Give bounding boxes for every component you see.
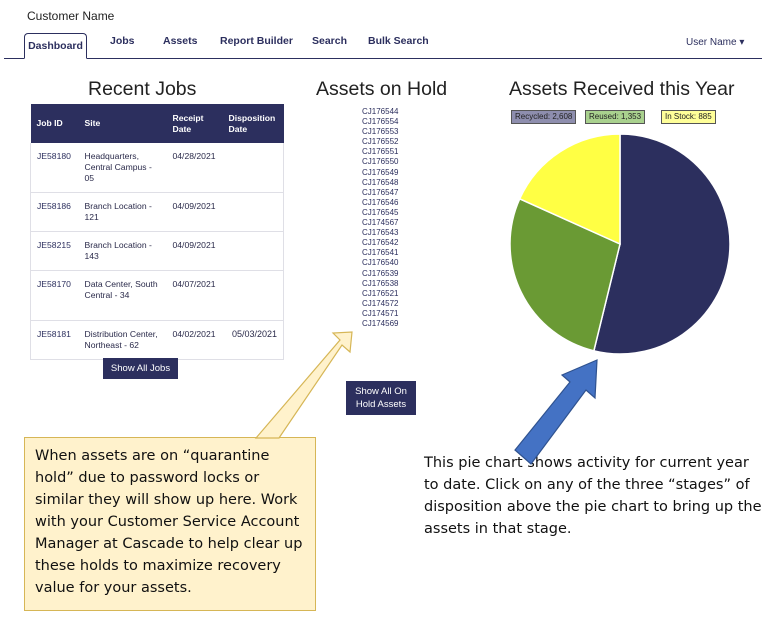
on-hold-asset-item[interactable]: CJ176538 xyxy=(362,279,398,289)
on-hold-asset-item[interactable]: CJ176545 xyxy=(362,208,398,218)
on-hold-asset-item[interactable]: CJ176540 xyxy=(362,258,398,268)
on-hold-asset-item[interactable]: CJ174572 xyxy=(362,299,398,309)
show-all-jobs-button[interactable]: Show All Jobs xyxy=(103,358,178,379)
job-id-cell[interactable]: JE58215 xyxy=(30,231,79,271)
receipt-date-cell: 04/09/2021 xyxy=(166,192,223,232)
recent-jobs-title: Recent Jobs xyxy=(88,78,197,100)
job-id-cell[interactable]: JE58180 xyxy=(30,143,79,193)
on-hold-asset-item[interactable]: CJ176553 xyxy=(362,127,398,137)
main-nav: Dashboard Jobs Assets Report Builder Sea… xyxy=(0,33,768,59)
job-id-cell[interactable]: JE58186 xyxy=(30,192,79,232)
disposition-date-cell xyxy=(222,270,284,321)
disposition-date-cell xyxy=(222,231,284,271)
on-hold-asset-item[interactable]: CJ176554 xyxy=(362,117,398,127)
job-id-cell[interactable]: JE58170 xyxy=(30,270,79,321)
on-hold-asset-item[interactable]: CJ176548 xyxy=(362,178,398,188)
legend-in-stock-button[interactable]: In Stock: 885 xyxy=(661,110,716,124)
column-header-receipt-date: Receipt Date xyxy=(166,104,223,143)
assets-on-hold-title: Assets on Hold xyxy=(316,78,448,100)
table-row[interactable]: JE58181 Distribution Center, Northeast -… xyxy=(30,320,284,360)
on-hold-asset-item[interactable]: CJ176544 xyxy=(362,107,398,117)
disposition-date-cell xyxy=(222,143,284,193)
nav-divider xyxy=(4,58,762,59)
disposition-date-cell xyxy=(222,192,284,232)
on-hold-asset-item[interactable]: CJ174571 xyxy=(362,309,398,319)
column-header-job-id: Job ID xyxy=(30,104,79,143)
legend-reused-button[interactable]: Reused: 1,353 xyxy=(585,110,646,124)
table-row[interactable]: JE58186 Branch Location - 121 04/09/2021 xyxy=(30,192,284,232)
receipt-date-cell: 04/09/2021 xyxy=(166,231,223,271)
on-hold-asset-item[interactable]: CJ176521 xyxy=(362,289,398,299)
quarantine-hold-callout: When assets are on “quarantine hold” due… xyxy=(24,437,316,611)
job-id-cell[interactable]: JE58181 xyxy=(30,320,79,360)
tab-report-builder[interactable]: Report Builder xyxy=(220,35,293,47)
table-row[interactable]: JE58215 Branch Location - 143 04/09/2021 xyxy=(30,231,284,271)
tab-jobs[interactable]: Jobs xyxy=(110,35,135,47)
receipt-date-cell: 04/07/2021 xyxy=(166,270,223,321)
on-hold-asset-item[interactable]: CJ176550 xyxy=(362,157,398,167)
on-hold-asset-item[interactable]: CJ176543 xyxy=(362,228,398,238)
button-label-line: Hold Assets xyxy=(355,399,407,410)
pie-note-arrow xyxy=(514,359,598,465)
on-hold-asset-item[interactable]: CJ176542 xyxy=(362,238,398,248)
site-cell: Distribution Center, Northeast - 62 xyxy=(78,320,167,360)
receipt-date-cell: 04/28/2021 xyxy=(166,143,223,193)
pie-chart-note: This pie chart shows activity for curren… xyxy=(424,455,762,537)
tab-dashboard[interactable]: Dashboard xyxy=(24,33,87,59)
button-label-line: Show All On xyxy=(355,386,407,397)
site-cell: Branch Location - 143 xyxy=(78,231,167,271)
show-all-on-hold-assets-button[interactable]: Show All On Hold Assets xyxy=(346,381,416,415)
disposition-date-cell: 05/03/2021 xyxy=(222,320,284,360)
assets-on-hold-list: CJ176544 CJ176554 CJ176553 CJ176552 CJ176551… xyxy=(362,107,398,329)
site-cell: Branch Location - 121 xyxy=(78,192,167,232)
on-hold-asset-item[interactable]: CJ176552 xyxy=(362,137,398,147)
site-cell: Headquarters, Central Campus - 05 xyxy=(78,143,167,193)
tab-assets[interactable]: Assets xyxy=(163,35,197,47)
on-hold-asset-item[interactable]: CJ176541 xyxy=(362,248,398,258)
user-menu[interactable]: User Name ▾ xyxy=(686,37,744,48)
on-hold-asset-item[interactable]: CJ174567 xyxy=(362,218,398,228)
tab-bulk-search[interactable]: Bulk Search xyxy=(368,35,429,47)
customer-name: Customer Name xyxy=(27,9,115,23)
recent-jobs-table: Job ID Site Receipt Date Disposition Dat… xyxy=(30,104,284,360)
table-row[interactable]: JE58170 Data Center, South Central - 34 … xyxy=(30,270,284,321)
on-hold-asset-item[interactable]: CJ176539 xyxy=(362,269,398,279)
on-hold-asset-item[interactable]: CJ176546 xyxy=(362,198,398,208)
site-cell: Data Center, South Central - 34 xyxy=(78,270,167,321)
on-hold-asset-item[interactable]: CJ176547 xyxy=(362,188,398,198)
legend-recycled-button[interactable]: Recycled: 2,608 xyxy=(511,110,577,124)
column-header-site: Site xyxy=(78,104,167,143)
on-hold-asset-item[interactable]: CJ176549 xyxy=(362,168,398,178)
on-hold-asset-item[interactable]: CJ176551 xyxy=(362,147,398,157)
assets-received-pie-chart[interactable] xyxy=(509,133,731,355)
tab-search[interactable]: Search xyxy=(312,35,347,47)
receipt-date-cell: 04/02/2021 xyxy=(166,320,223,360)
table-row[interactable]: JE58180 Headquarters, Central Campus - 0… xyxy=(30,143,284,193)
assets-received-title: Assets Received this Year xyxy=(509,78,735,100)
column-header-disposition-date: Disposition Date xyxy=(222,104,284,143)
on-hold-asset-item[interactable]: CJ174569 xyxy=(362,319,398,329)
